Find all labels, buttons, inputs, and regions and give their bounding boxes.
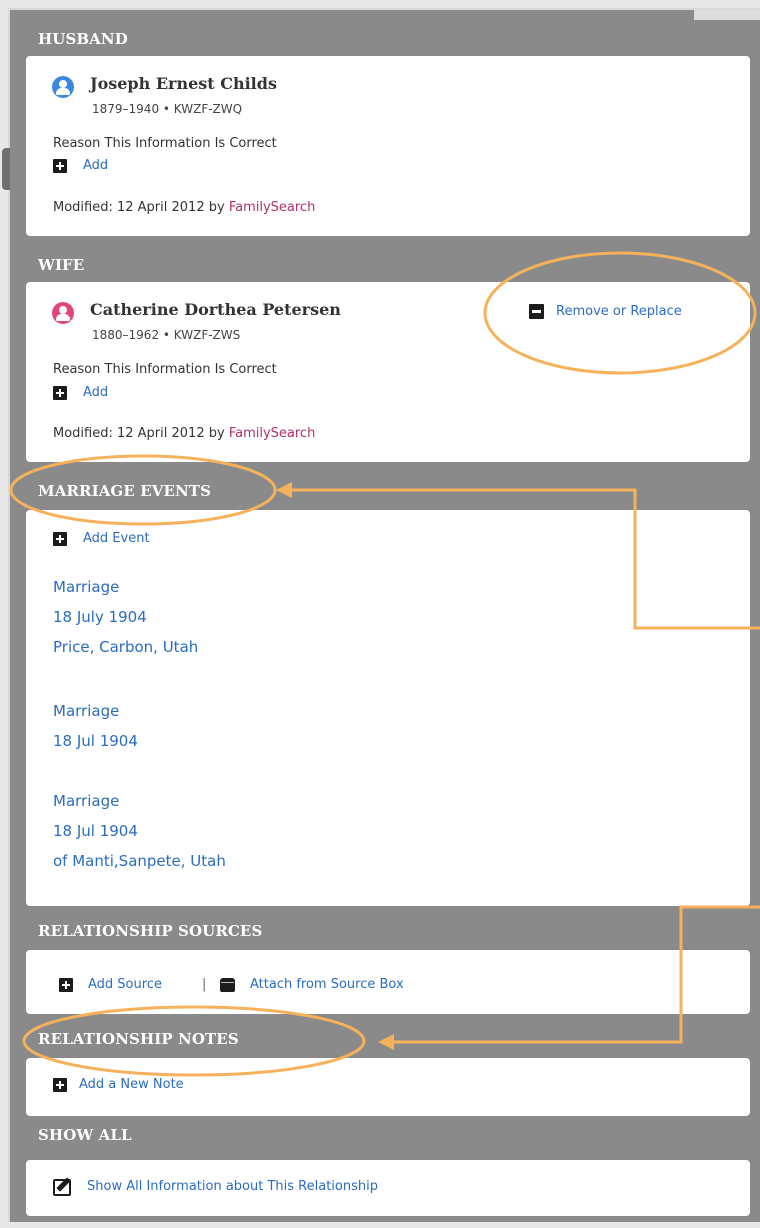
wife-name[interactable]: Catherine Dorthea Petersen [90,300,341,319]
event-1-place[interactable]: Price, Carbon, Utah [53,638,198,656]
event-2-type[interactable]: Marriage [53,702,119,720]
event-3-place[interactable]: of Manti,Sanpete, Utah [53,852,226,870]
plus-icon[interactable] [53,532,67,546]
plus-icon[interactable] [53,159,67,173]
person-female-icon [52,302,74,324]
show-all-card: Show All Information about This Relation… [26,1160,750,1216]
plus-icon[interactable] [53,386,67,400]
section-header-relationship-sources: RELATIONSHIP SOURCES [38,922,263,940]
panel-corner [694,10,760,20]
plus-icon[interactable] [59,978,73,992]
sources-separator: | [202,977,207,992]
remove-or-replace-link[interactable]: Remove or Replace [556,304,682,319]
wife-lifespan-id: 1880–1962 • KWZF-ZWS [92,328,241,342]
show-all-information-link[interactable]: Show All Information about This Relation… [87,1179,378,1194]
panel-collapse-handle[interactable] [2,148,10,190]
event-2-date[interactable]: 18 Jul 1904 [53,732,138,750]
section-header-relationship-notes: RELATIONSHIP NOTES [38,1030,239,1048]
husband-card: Joseph Ernest Childs 1879–1940 • KWZF-ZW… [26,56,750,236]
familysearch-link[interactable]: FamilySearch [229,200,316,215]
marriage-events-card: Add Event Marriage 18 July 1904 Price, C… [26,510,750,906]
wife-add-reason-link[interactable]: Add [83,385,108,400]
husband-add-reason-link[interactable]: Add [83,158,108,173]
wife-reason-label: Reason This Information Is Correct [53,362,277,377]
event-3-date[interactable]: 18 Jul 1904 [53,822,138,840]
familysearch-link[interactable]: FamilySearch [229,426,316,441]
husband-name[interactable]: Joseph Ernest Childs [90,74,277,93]
attach-from-source-box-link[interactable]: Attach from Source Box [250,977,404,992]
wife-card: Catherine Dorthea Petersen 1880–1962 • K… [26,282,750,462]
section-header-show-all: SHOW ALL [38,1126,132,1144]
relationship-sources-card: Add Source | Attach from Source Box [26,950,750,1014]
wife-modified: Modified: 12 April 2012 by FamilySearch [53,426,316,441]
event-1-type[interactable]: Marriage [53,578,119,596]
add-new-note-link[interactable]: Add a New Note [79,1077,184,1092]
add-event-link[interactable]: Add Event [83,531,150,546]
husband-lifespan-id: 1879–1940 • KWZF-ZWQ [92,102,243,116]
husband-modified: Modified: 12 April 2012 by FamilySearch [53,200,316,215]
person-male-icon [52,76,74,98]
plus-icon[interactable] [53,1078,67,1092]
edit-icon[interactable] [53,1179,71,1196]
section-header-wife: WIFE [38,256,85,274]
section-header-husband: HUSBAND [38,30,128,48]
event-3-type[interactable]: Marriage [53,792,119,810]
event-1-date[interactable]: 18 July 1904 [53,608,147,626]
add-source-link[interactable]: Add Source [88,977,162,992]
section-header-marriage-events: MARRIAGE EVENTS [38,482,212,500]
minus-icon[interactable] [529,304,544,319]
relationship-notes-card: Add a New Note [26,1058,750,1116]
source-box-icon[interactable] [220,978,235,992]
husband-reason-label: Reason This Information Is Correct [53,136,277,151]
